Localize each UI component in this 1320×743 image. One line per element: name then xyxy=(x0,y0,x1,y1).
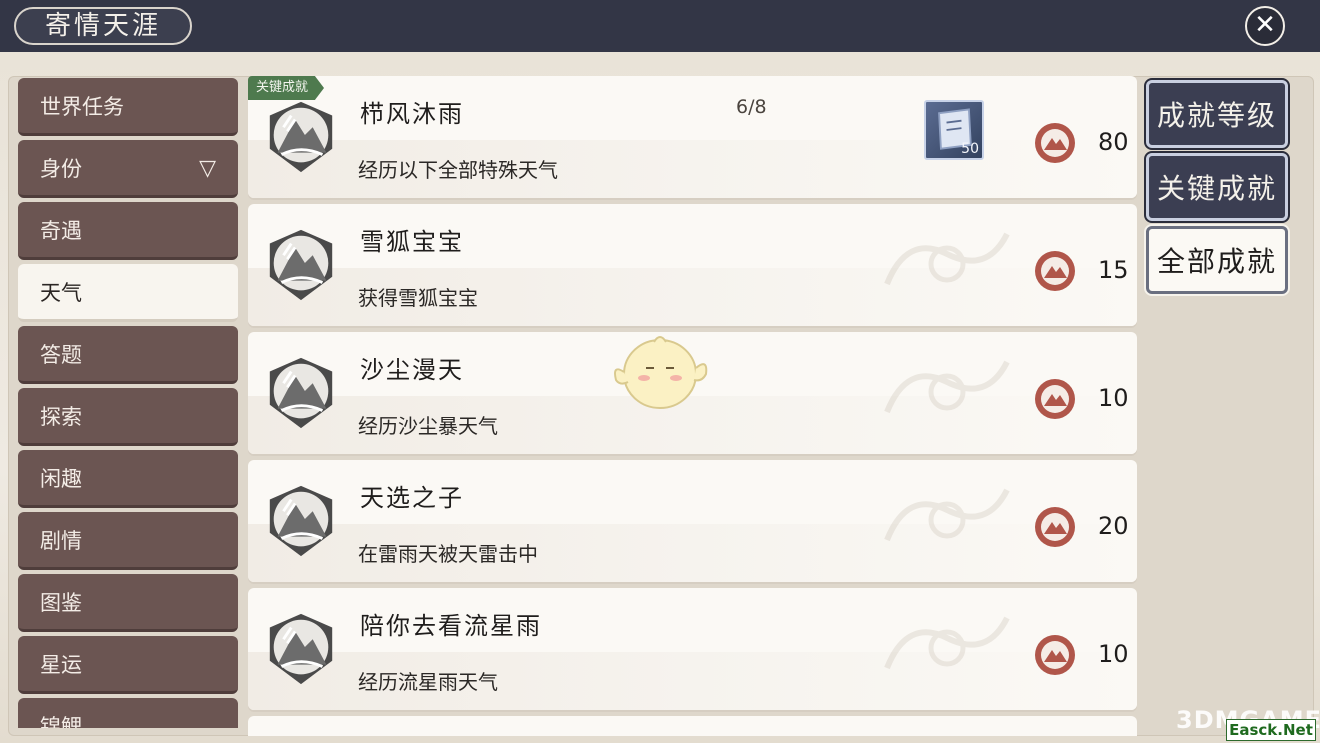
close-button[interactable]: ✕ xyxy=(1245,6,1285,46)
achievement-progress: 6/8 xyxy=(736,96,767,118)
achievement-points: 10 xyxy=(1098,384,1129,412)
reward-count: 50 xyxy=(961,141,979,157)
achievement-point-icon xyxy=(1035,123,1075,163)
achievement-name: 沙尘漫天 xyxy=(360,356,464,384)
tab-label: 关键成就 xyxy=(1156,172,1277,205)
tab-all-achievements[interactable]: 全部成就 xyxy=(1146,226,1288,294)
mountain-medal-icon xyxy=(269,101,333,173)
key-achievement-tag: 关键成就 xyxy=(248,76,325,100)
cloud-pattern-icon xyxy=(884,616,1010,670)
achievement-points: 15 xyxy=(1098,256,1129,284)
sidebar-item-label: 星运 xyxy=(40,653,82,677)
achievement-points: 20 xyxy=(1098,512,1129,540)
sidebar-item-label: 世界任务 xyxy=(40,95,124,119)
achievement-desc: 经历以下全部特殊天气 xyxy=(358,158,558,182)
title-bar: 寄情天涯 ✕ xyxy=(0,0,1320,52)
sidebar-item-explore[interactable]: 探索 xyxy=(18,388,238,446)
tab-label: 成就等级 xyxy=(1156,99,1277,132)
achievement-name: 天选之子 xyxy=(360,484,464,512)
achievement-point-icon xyxy=(1035,379,1075,419)
sidebar-item-koi[interactable]: 锦鲤 xyxy=(18,698,238,728)
achievement-point-icon xyxy=(1035,507,1075,547)
achievement-card[interactable]: 陪你去看流星雨 经历流星雨天气 10 xyxy=(248,588,1137,710)
sidebar-item-label: 剧情 xyxy=(40,529,82,553)
achievement-desc: 经历沙尘暴天气 xyxy=(358,414,498,438)
achievement-name: 陪你去看流星雨 xyxy=(360,612,542,640)
mountain-medal-icon xyxy=(269,229,333,301)
sidebar-item-identity[interactable]: 身份 ▽ xyxy=(18,140,238,198)
sidebar-item-label: 图鉴 xyxy=(40,591,82,615)
cloud-pattern-icon xyxy=(884,488,1010,542)
close-icon: ✕ xyxy=(1254,10,1276,40)
achievement-name: 栉风沐雨 xyxy=(360,100,464,128)
mountain-medal-icon xyxy=(269,357,333,429)
achievement-point-icon xyxy=(1035,635,1075,675)
achievement-point-icon xyxy=(1035,251,1075,291)
achievement-card[interactable]: 关键成就 栉风沐雨 6/8 经历以下全部特殊天气 50 80 xyxy=(248,76,1137,198)
chevron-down-icon[interactable]: ▽ xyxy=(199,140,216,198)
sidebar-item-leisure[interactable]: 闲趣 xyxy=(18,450,238,508)
mountain-medal-icon xyxy=(269,613,333,685)
mascot-icon xyxy=(614,336,708,409)
watermark-site: Easck.Net xyxy=(1226,719,1316,741)
achievement-name: 雪狐宝宝 xyxy=(360,228,464,256)
sidebar-item-label: 奇遇 xyxy=(40,219,82,243)
achievement-desc: 经历流星雨天气 xyxy=(358,670,498,694)
achievement-points: 80 xyxy=(1098,128,1129,156)
achievement-card[interactable]: 雪狐宝宝 获得雪狐宝宝 15 xyxy=(248,204,1137,326)
sidebar-item-codex[interactable]: 图鉴 xyxy=(18,574,238,632)
sidebar-item-world-quest[interactable]: 世界任务 xyxy=(18,78,238,136)
tab-achievement-level[interactable]: 成就等级 xyxy=(1146,80,1288,148)
tab-label: 全部成就 xyxy=(1156,245,1277,278)
achievement-card[interactable]: 天选之子 在雷雨天被天雷击中 20 xyxy=(248,460,1137,582)
sidebar-item-weather[interactable]: 天气 xyxy=(18,264,238,322)
sidebar-item-label: 身份 xyxy=(40,157,82,181)
sidebar-item-label: 锦鲤 xyxy=(40,715,82,728)
sidebar-item-label: 答题 xyxy=(40,343,82,367)
category-sidebar: 世界任务 身份 ▽ 奇遇 天气 答题 探索 闲趣 剧情 图鉴 星运 锦鲤 xyxy=(18,78,238,728)
sidebar-item-label: 闲趣 xyxy=(40,467,82,491)
reward-scroll-item[interactable]: 50 xyxy=(924,100,984,160)
cloud-pattern-icon xyxy=(884,360,1010,414)
cloud-pattern-icon xyxy=(884,232,1010,286)
mountain-medal-icon xyxy=(269,485,333,557)
sidebar-item-label: 天气 xyxy=(40,281,82,305)
sidebar-item-story[interactable]: 剧情 xyxy=(18,512,238,570)
window-title: 寄情天涯 xyxy=(14,7,192,45)
sidebar-item-encounter[interactable]: 奇遇 xyxy=(18,202,238,260)
achievement-points: 10 xyxy=(1098,640,1129,668)
sidebar-item-label: 探索 xyxy=(40,405,82,429)
sidebar-item-fortune[interactable]: 星运 xyxy=(18,636,238,694)
achievement-card-partial[interactable] xyxy=(248,716,1137,736)
achievement-desc: 在雷雨天被天雷击中 xyxy=(358,542,538,566)
sidebar-item-quiz[interactable]: 答题 xyxy=(18,326,238,384)
tab-key-achievements[interactable]: 关键成就 xyxy=(1146,153,1288,221)
achievement-desc: 获得雪狐宝宝 xyxy=(358,286,478,310)
